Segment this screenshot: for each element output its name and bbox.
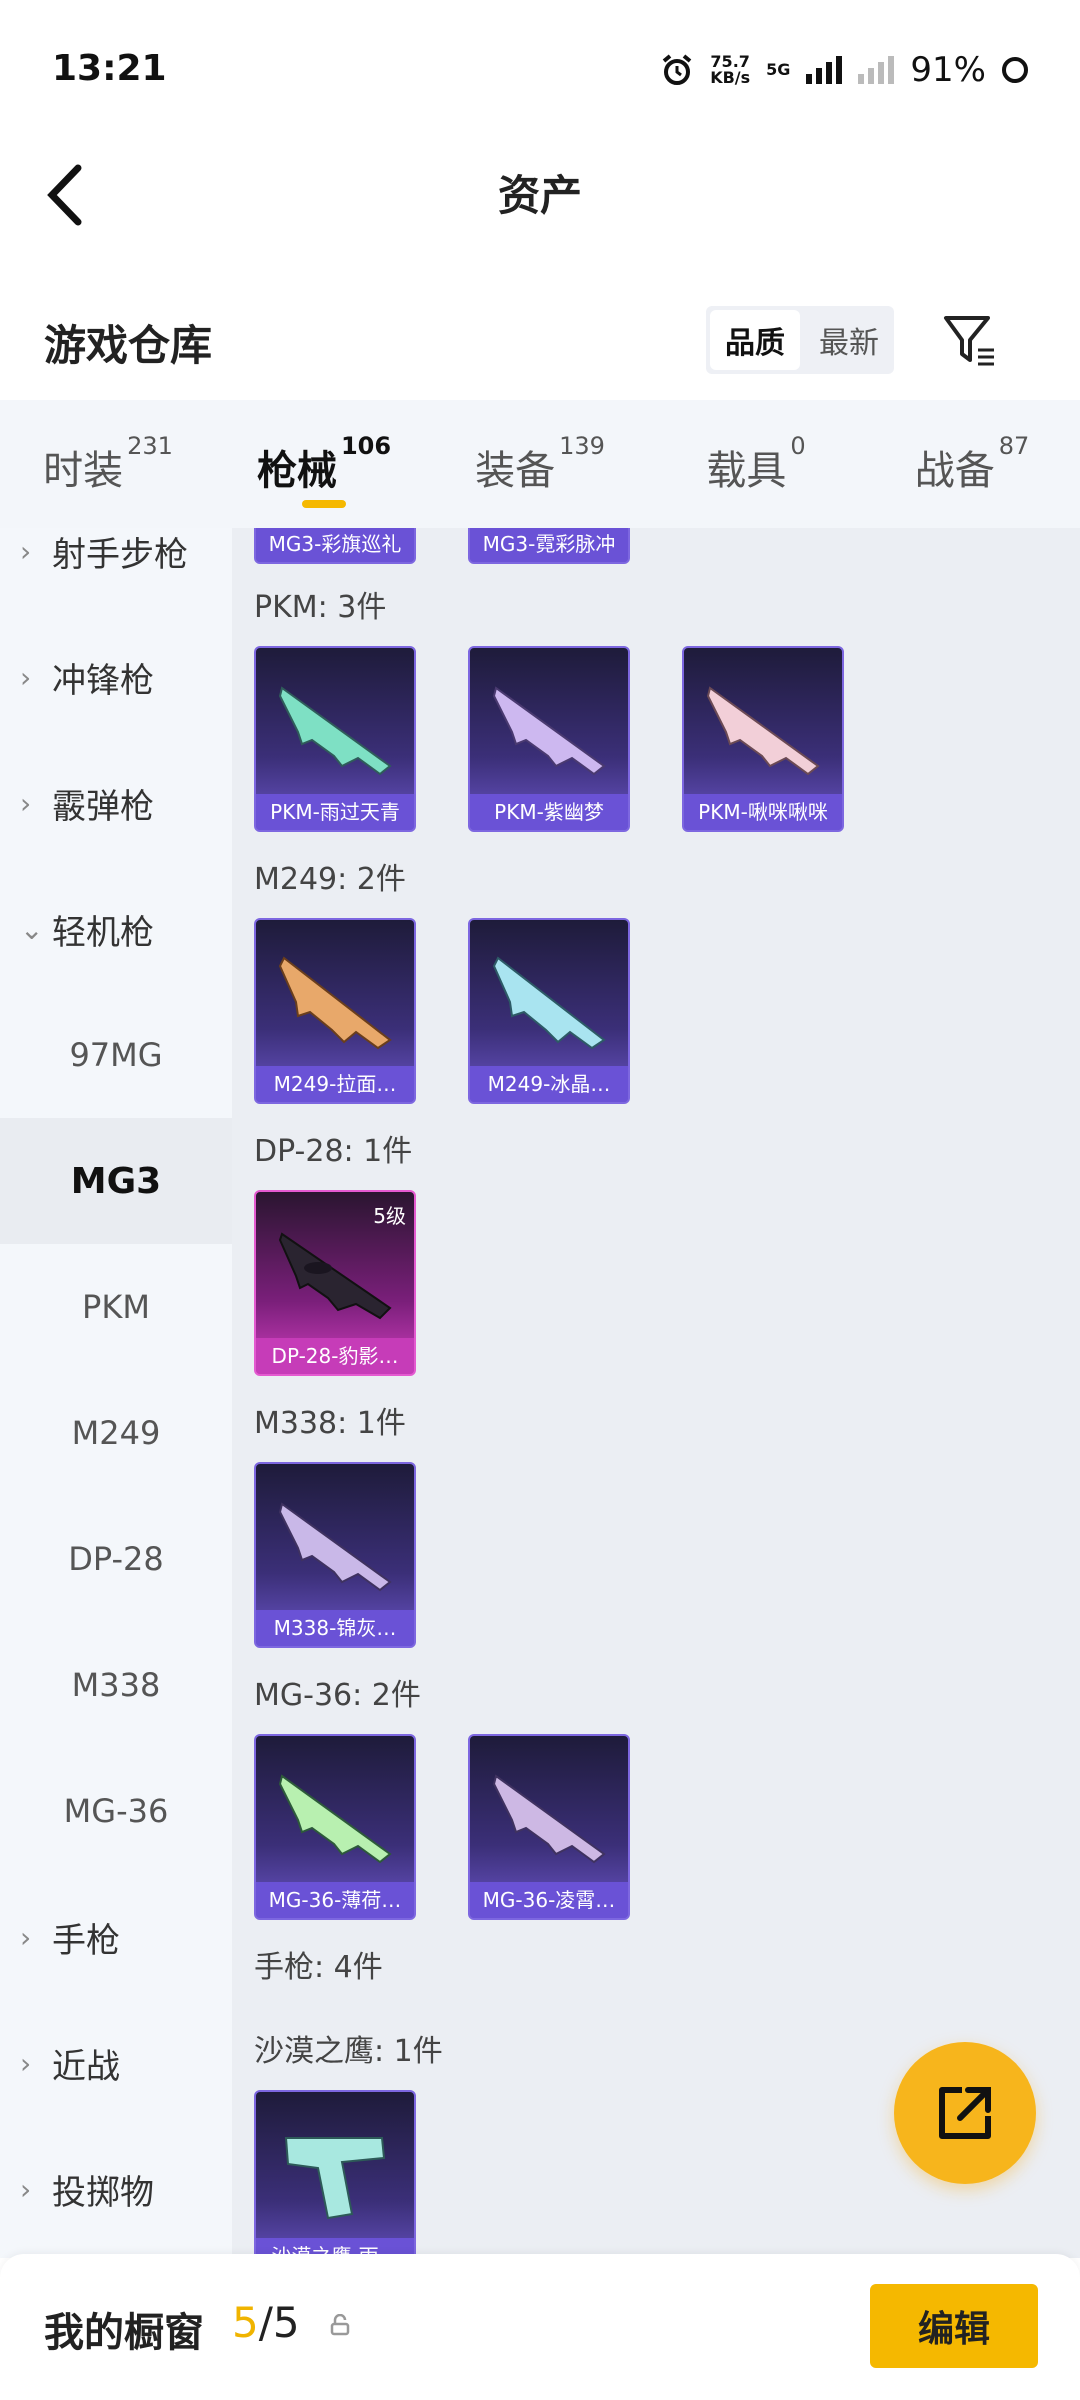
filter-icon[interactable]	[940, 310, 1000, 370]
sidebar-item-m249[interactable]: M249	[0, 1370, 232, 1496]
tab-supplies[interactable]: 战备87	[864, 400, 1080, 528]
chevron-right-icon: ›	[20, 534, 32, 568]
sort-toggle: 品质 最新	[706, 306, 894, 374]
item-name: MG-36-薄荷…	[256, 1882, 414, 1918]
section-title: 游戏仓库	[44, 321, 213, 370]
section-header: 游戏仓库 品质 最新	[0, 290, 1080, 400]
item-name: M249-拉面…	[256, 1066, 414, 1102]
lock-icon	[330, 2314, 350, 2336]
lmg-skin-image	[278, 956, 392, 1050]
battery-icon	[1002, 57, 1028, 83]
sidebar-item-mg36[interactable]: MG-36	[0, 1748, 232, 1874]
group-title: PKM: 3件	[254, 590, 387, 625]
group-title: 手枪: 4件	[254, 1950, 383, 1985]
item-name: PKM-雨过天青	[256, 794, 414, 830]
sidebar-item-97mg[interactable]: 97MG	[0, 992, 232, 1118]
item-name: MG3-彩旗巡礼	[256, 528, 414, 562]
sidebar-item-smg[interactable]: › 冲锋枪	[0, 614, 232, 740]
tab-vehicles[interactable]: 载具0	[648, 400, 864, 528]
lmg-skin-image	[706, 686, 820, 776]
item-card[interactable]: PKM-紫幽梦	[468, 646, 630, 832]
sort-newest-button[interactable]: 最新	[804, 306, 894, 374]
lmg-skin-image	[278, 1232, 392, 1320]
sidebar-item-throwable[interactable]: › 投掷物	[0, 2126, 232, 2252]
item-card[interactable]: MG3-彩旗巡礼	[254, 528, 416, 564]
bottom-bar: 我的橱窗 5/5 编辑	[0, 2254, 1080, 2400]
category-tabs: 时装231 枪械106 装备139 载具0 战备87	[0, 400, 1080, 528]
group-title: 沙漠之鹰: 1件	[254, 2034, 443, 2069]
sidebar-item-marksman-rifle[interactable]: › 射手步枪	[0, 528, 232, 614]
tab-fashion[interactable]: 时装231	[0, 400, 216, 528]
group-title: DP-28: 1件	[254, 1134, 413, 1169]
page-title: 资产	[497, 171, 582, 220]
pistol-skin-image	[284, 2137, 386, 2220]
item-name: PKM-啾咪啾咪	[684, 794, 842, 830]
share-button[interactable]	[894, 2042, 1036, 2184]
status-bar: 13:21 75.7 KB/s 5G 91%	[0, 0, 1080, 140]
sidebar-item-dp28[interactable]: DP-28	[0, 1496, 232, 1622]
group-title: M249: 2件	[254, 862, 406, 897]
chevron-right-icon: ›	[20, 2172, 32, 2206]
item-card[interactable]: 5级 DP-28-豹影…	[254, 1190, 416, 1376]
share-icon	[939, 2087, 991, 2139]
item-card[interactable]: PKM-啾咪啾咪	[682, 646, 844, 832]
item-grid: MG3-彩旗巡礼 MG3-霓彩脉冲 PKM: 3件 PKM-雨过天青 PKM-紫…	[232, 528, 1080, 2258]
lmg-skin-image	[492, 686, 606, 776]
lmg-skin-image	[492, 1774, 606, 1864]
tab-firearms[interactable]: 枪械106	[216, 400, 432, 528]
lmg-skin-image	[492, 956, 606, 1050]
status-icons: 75.7 KB/s 5G 91%	[660, 50, 1028, 90]
sort-quality-button[interactable]: 品质	[710, 310, 800, 370]
item-name: MG-36-凌霄…	[470, 1882, 628, 1918]
chevron-right-icon: ›	[20, 1920, 32, 1954]
net-speed: 75.7 KB/s	[710, 52, 751, 87]
item-name: PKM-紫幽梦	[470, 794, 628, 830]
lmg-skin-image	[278, 1774, 392, 1864]
item-card[interactable]: MG-36-薄荷…	[254, 1734, 416, 1920]
signal-icon-secondary	[858, 56, 895, 84]
item-card[interactable]: MG-36-凌霄…	[468, 1734, 630, 1920]
sidebar-item-melee[interactable]: › 近战	[0, 2000, 232, 2126]
chevron-right-icon: ›	[20, 786, 32, 820]
chevron-down-icon: ⌄	[20, 912, 44, 946]
sidebar-item-pkm[interactable]: PKM	[0, 1244, 232, 1370]
tab-equipment[interactable]: 装备139	[432, 400, 648, 528]
chevron-right-icon: ›	[20, 2046, 32, 2080]
sidebar-item-mg3[interactable]: MG3	[0, 1118, 232, 1244]
header: 资产	[0, 140, 1080, 250]
alarm-icon	[662, 54, 692, 85]
item-name: MG3-霓彩脉冲	[470, 528, 628, 562]
sidebar-item-lmg[interactable]: ⌄ 轻机枪	[0, 866, 232, 992]
edit-button[interactable]: 编辑	[870, 2284, 1038, 2368]
lmg-skin-image	[278, 686, 392, 776]
lmg-skin-image	[278, 1502, 392, 1592]
item-name: M249-冰晶…	[470, 1066, 628, 1102]
item-card[interactable]: PKM-雨过天青	[254, 646, 416, 832]
network-type: 5G	[766, 60, 791, 79]
chevron-right-icon: ›	[20, 660, 32, 694]
item-card[interactable]: 沙漠之鹰-雨…	[254, 2090, 416, 2258]
item-card[interactable]: M249-拉面…	[254, 918, 416, 1104]
item-name: M338-锦灰…	[256, 1610, 414, 1646]
group-title: MG-36: 2件	[254, 1678, 421, 1713]
showcase-count: 5/5	[232, 2298, 300, 2347]
item-card[interactable]: M249-冰晶…	[468, 918, 630, 1104]
status-time: 13:21	[52, 48, 167, 89]
item-name: DP-28-豹影…	[256, 1338, 414, 1374]
showcase-label: 我的橱窗	[44, 2310, 204, 2356]
item-card[interactable]: MG3-霓彩脉冲	[468, 528, 630, 564]
sidebar: › 射手步枪 › 冲锋枪 › 霰弹枪 ⌄ 轻机枪 97MG MG3 PKM M249 D…	[0, 528, 232, 2258]
sidebar-item-m338[interactable]: M338	[0, 1622, 232, 1748]
battery-level: 91%	[910, 50, 986, 90]
group-title: M338: 1件	[254, 1406, 406, 1441]
signal-icon	[806, 56, 843, 84]
item-card[interactable]: M338-锦灰…	[254, 1462, 416, 1648]
sidebar-item-pistol[interactable]: › 手枪	[0, 1874, 232, 2000]
sidebar-item-shotgun[interactable]: › 霰弹枪	[0, 740, 232, 866]
